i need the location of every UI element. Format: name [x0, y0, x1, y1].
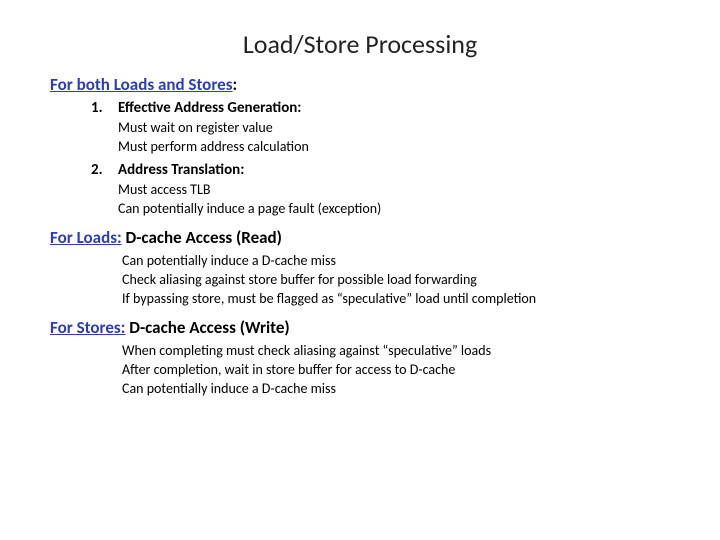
detail-line: If bypassing store, must be flagged as “… — [122, 290, 670, 307]
section-header-stores-ul: For Stores: — [50, 317, 125, 338]
section-header-loads: For Loads: D-cache Access (Read) — [50, 227, 670, 248]
section-header-both: For both Loads and Stores: — [50, 74, 670, 95]
section-header-loads-ul: For Loads: — [50, 227, 122, 248]
list-item: Address Translation: Must access TLB Can… — [106, 161, 670, 217]
item-title-at: Address Translation: — [118, 161, 670, 179]
detail-line: Must perform address calculation — [118, 138, 670, 155]
detail-line: After completion, wait in store buffer f… — [122, 361, 670, 378]
section-header-stores: For Stores: D-cache Access (Write) — [50, 317, 670, 338]
detail-line: Can potentially induce a D-cache miss — [122, 380, 670, 397]
section-header-stores-suffix: D-cache Access (Write) — [125, 317, 289, 338]
detail-block-stores: When completing must check aliasing agai… — [122, 342, 670, 397]
section-header-loads-suffix: D-cache Access (Read) — [122, 227, 282, 248]
slide-title: Load/Store Processing — [50, 28, 670, 60]
detail-line: Can potentially induce a page fault (exc… — [118, 200, 670, 217]
section-header-both-ul: For both Loads and Stores — [50, 74, 233, 95]
detail-block-loads: Can potentially induce a D-cache miss Ch… — [122, 252, 670, 307]
detail-line: Can potentially induce a D-cache miss — [122, 252, 670, 269]
list-item: Effective Address Generation: Must wait … — [106, 99, 670, 155]
numbered-list: Effective Address Generation: Must wait … — [50, 99, 670, 217]
detail-line: Check aliasing against store buffer for … — [122, 271, 670, 288]
detail-line: Must wait on register value — [118, 119, 670, 136]
detail-line: Must access TLB — [118, 181, 670, 198]
detail-line: When completing must check aliasing agai… — [122, 342, 670, 359]
section-header-both-suffix: : — [233, 74, 238, 95]
item-title-eag: Effective Address Generation: — [118, 99, 670, 117]
slide: Load/Store Processing For both Loads and… — [0, 0, 720, 427]
